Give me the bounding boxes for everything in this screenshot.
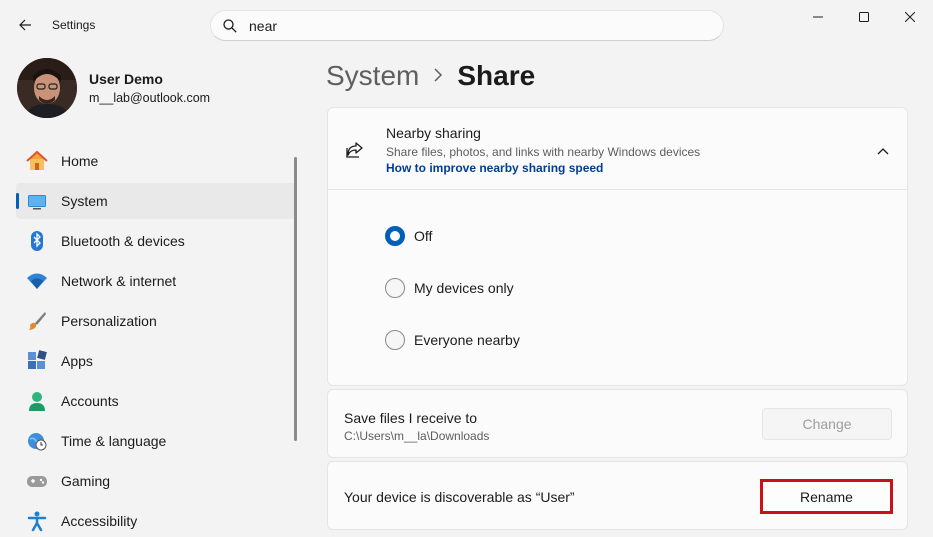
chevron-up-icon[interactable] (877, 142, 889, 158)
app-title: Settings (52, 18, 96, 32)
sidebar-item-label: Network & internet (61, 273, 177, 289)
user-profile[interactable]: User Demo m__lab@outlook.com (17, 58, 210, 118)
gamepad-icon (26, 470, 48, 492)
maximize-button[interactable] (841, 0, 887, 34)
sidebar-item-label: Accounts (61, 393, 119, 409)
sidebar-item-time-language[interactable]: Time & language (16, 423, 296, 459)
profile-text: User Demo m__lab@outlook.com (89, 71, 210, 105)
sidebar-item-label: Time & language (61, 433, 167, 449)
search-box[interactable] (210, 10, 724, 41)
bluetooth-icon (26, 230, 48, 252)
close-icon (905, 12, 915, 22)
change-button[interactable]: Change (762, 408, 892, 440)
rename-button[interactable]: Rename (760, 479, 893, 514)
share-icon (345, 140, 365, 163)
page-title: Share (457, 60, 536, 91)
window-controls (795, 0, 933, 34)
sidebar-item-personalization[interactable]: Personalization (16, 303, 296, 339)
wifi-icon (26, 270, 48, 292)
nearby-sharing-card: Nearby sharing Share files, photos, and … (327, 107, 908, 386)
title-bar: Settings (0, 0, 933, 50)
sidebar-item-label: Home (61, 153, 99, 169)
radio-button-checked[interactable] (385, 226, 405, 246)
sidebar-item-apps[interactable]: Apps (16, 343, 296, 379)
nearby-sharing-help-link[interactable]: How to improve nearby sharing speed (386, 161, 603, 175)
nearby-sharing-description: Share files, photos, and links with near… (386, 145, 701, 159)
sidebar-item-label: Accessibility (61, 513, 138, 529)
system-icon (26, 190, 48, 212)
sidebar-item-label: Apps (61, 353, 93, 369)
radio-label: Everyone nearby (414, 332, 520, 348)
search-icon (223, 18, 237, 33)
save-files-title: Save files I receive to (344, 410, 478, 426)
sidebar-item-label: Personalization (61, 313, 157, 329)
avatar (17, 58, 77, 118)
sidebar-nav: Home System Bluetooth & devices Network … (16, 143, 296, 537)
brush-icon (26, 310, 48, 332)
sidebar-item-accounts[interactable]: Accounts (16, 383, 296, 419)
home-icon (26, 150, 48, 172)
back-arrow-icon (19, 19, 31, 31)
close-button[interactable] (887, 0, 933, 34)
sidebar-item-label: System (61, 193, 108, 209)
save-files-path: C:\Users\m__la\Downloads (344, 429, 490, 443)
sidebar-item-bluetooth[interactable]: Bluetooth & devices (16, 223, 296, 259)
radio-option-my-devices[interactable]: My devices only (385, 278, 514, 298)
search-input[interactable] (249, 17, 689, 34)
sidebar-scrollbar[interactable] (294, 157, 297, 441)
accounts-icon (26, 390, 48, 412)
save-files-card: Save files I receive to C:\Users\m__la\D… (327, 389, 908, 458)
sidebar-item-network[interactable]: Network & internet (16, 263, 296, 299)
breadcrumb: System Share (326, 60, 535, 92)
sidebar-item-label: Bluetooth & devices (61, 233, 185, 249)
sidebar-item-system[interactable]: System (16, 183, 296, 219)
sidebar-item-home[interactable]: Home (16, 143, 296, 179)
avatar-image (17, 58, 77, 118)
radio-option-off[interactable]: Off (385, 226, 432, 246)
nearby-sharing-title: Nearby sharing (386, 125, 481, 141)
radio-label: My devices only (414, 280, 514, 296)
breadcrumb-parent[interactable]: System (326, 60, 419, 92)
apps-icon (26, 350, 48, 372)
radio-button[interactable] (385, 330, 405, 350)
radio-button[interactable] (385, 278, 405, 298)
radio-label: Off (414, 228, 433, 244)
profile-name: User Demo (89, 71, 163, 87)
device-name-card: Your device is discoverable as “User” Re… (327, 461, 908, 530)
maximize-icon (859, 12, 869, 22)
profile-email: m__lab@outlook.com (89, 91, 211, 105)
sidebar-item-label: Gaming (61, 473, 111, 489)
back-button[interactable] (10, 10, 40, 40)
radio-option-everyone[interactable]: Everyone nearby (385, 330, 520, 350)
minimize-icon (813, 16, 823, 18)
globe-clock-icon (26, 430, 48, 452)
sidebar-item-accessibility[interactable]: Accessibility (16, 503, 296, 537)
minimize-button[interactable] (795, 0, 841, 34)
nearby-sharing-header[interactable]: Nearby sharing Share files, photos, and … (328, 108, 907, 190)
accessibility-icon (26, 510, 48, 532)
sidebar-item-gaming[interactable]: Gaming (16, 463, 296, 499)
chevron-right-icon (433, 65, 443, 88)
device-discoverable-text: Your device is discoverable as “User” (344, 489, 575, 505)
